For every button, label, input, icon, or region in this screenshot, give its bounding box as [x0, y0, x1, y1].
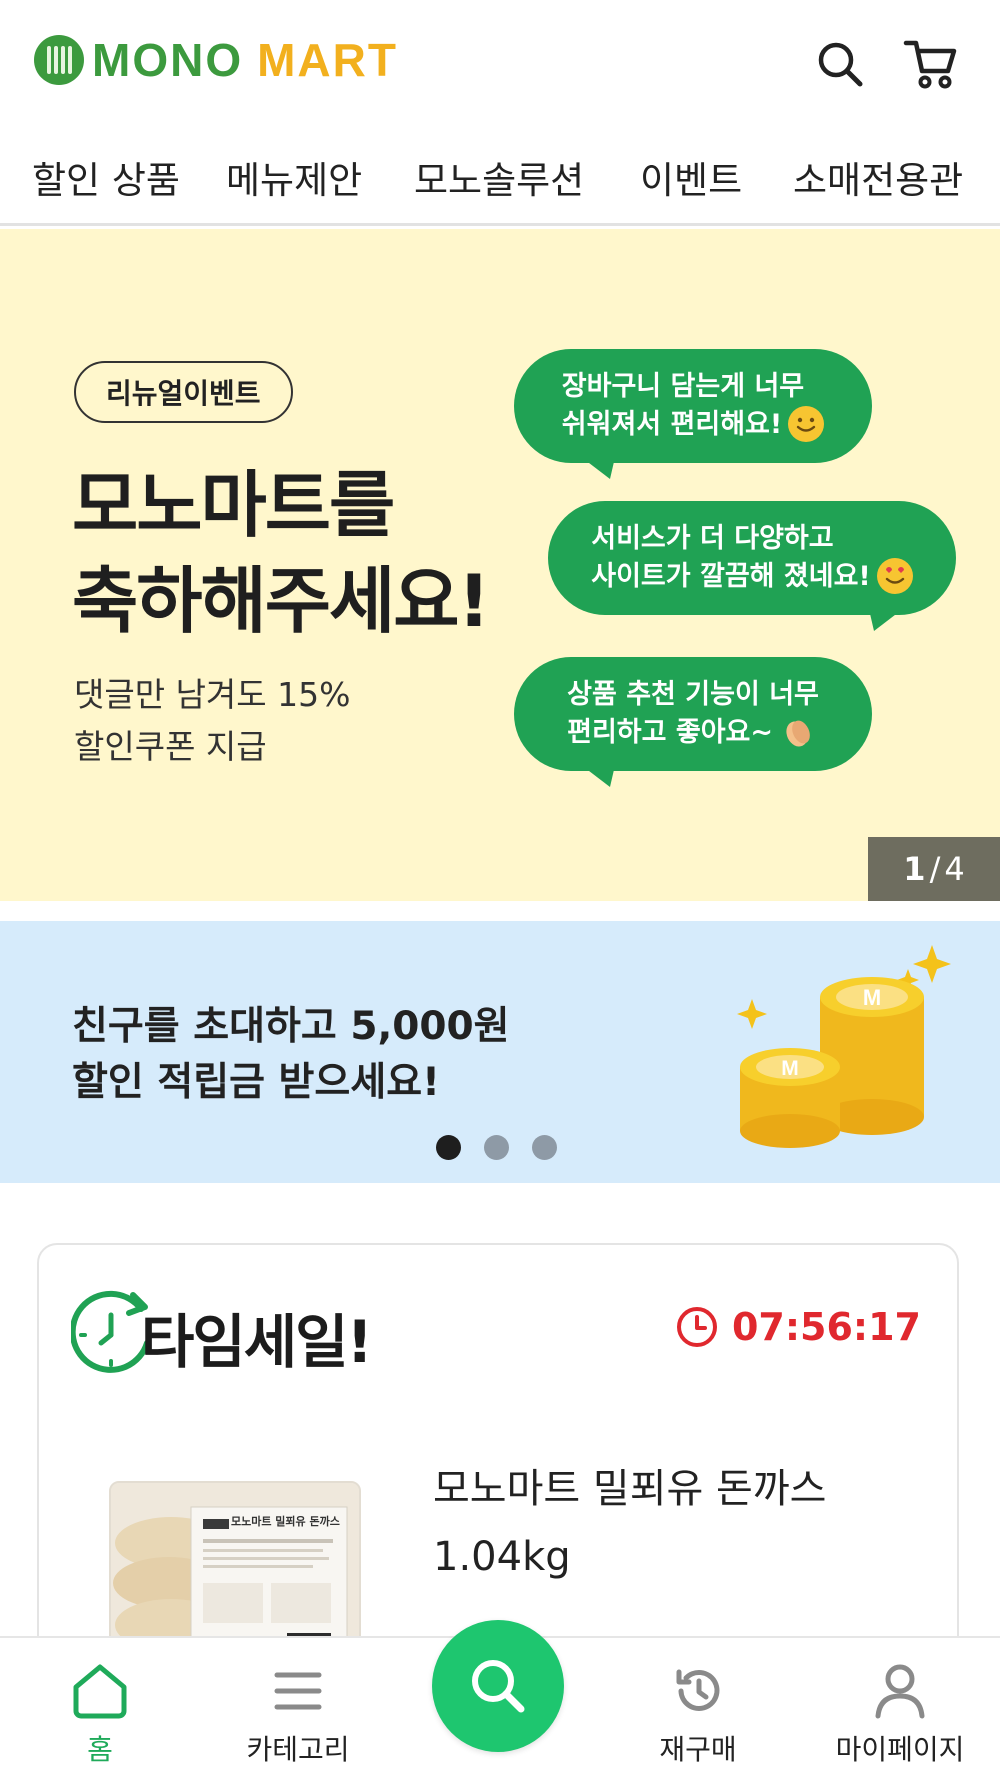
headline-line-1: 모노마트를: [72, 463, 395, 547]
menu-icon: [273, 1660, 323, 1722]
counter-total: 4: [944, 850, 965, 888]
logo-text-mart: MART: [257, 34, 398, 86]
search-icon[interactable]: [812, 36, 868, 92]
bubble-1-line-1: 장바구니 담는게 너무: [561, 371, 805, 402]
category-tabs: 할인 상품 메뉴제안 모노솔루션 이벤트 소매전용관: [0, 128, 1000, 226]
coin-stack-illustration: M M: [730, 935, 990, 1165]
carousel-dot-2[interactable]: [484, 1135, 509, 1160]
nav-reorder-label: 재구매: [659, 1733, 737, 1766]
counter-current: 1: [903, 850, 926, 888]
banner-headline: 모노마트를 축하해주세요!: [72, 457, 490, 649]
banner-subline: 댓글만 남겨도 15% 할인쿠폰 지급: [74, 669, 351, 773]
logo-text-mono: MONO: [92, 34, 244, 86]
invite-line-2: 할인 적립금 받으세요!: [72, 1060, 440, 1105]
search-fab-button[interactable]: [432, 1620, 564, 1752]
nav-mypage[interactable]: 마이페이지: [810, 1638, 990, 1778]
renewal-event-banner[interactable]: 리뉴얼이벤트 모노마트를 축하해주세요! 댓글만 남겨도 15% 할인쿠폰 지급…: [0, 229, 1000, 901]
user-icon: [874, 1660, 926, 1722]
home-icon: [71, 1660, 129, 1722]
time-sale-title: 타임세일!: [141, 1308, 373, 1376]
nav-reorder[interactable]: 재구매: [608, 1638, 788, 1778]
carousel-dot-3[interactable]: [532, 1135, 557, 1160]
tab-discount-products[interactable]: 할인 상품: [32, 150, 180, 204]
headline-line-2: 축하해주세요!: [72, 559, 490, 643]
review-bubble-1: 장바구니 담는게 너무 쉬워져서 편리해요!: [514, 349, 872, 479]
smile-emoji-icon: [788, 405, 825, 442]
subline-2: 할인쿠폰 지급: [74, 727, 267, 766]
nav-category-label: 카테고리: [246, 1733, 350, 1766]
app-header: MONO MART: [0, 0, 1000, 118]
carousel-dot-1[interactable]: [436, 1135, 461, 1160]
review-bubble-3: 상품 추천 기능이 너무 편리하고 좋아요~: [514, 657, 872, 787]
tab-events[interactable]: 이벤트: [640, 150, 742, 204]
product-name-line-1: 모노마트 밀푀유 돈까스: [433, 1466, 827, 1512]
subline-1: 댓글만 남겨도 15%: [74, 675, 351, 714]
clapping-hands-emoji-icon: [779, 714, 815, 750]
nav-mypage-label: 마이페이지: [835, 1733, 965, 1766]
tab-retail-only[interactable]: 소매전용관: [793, 150, 963, 204]
tab-mono-solution[interactable]: 모노솔루션: [414, 150, 584, 204]
mono-mart-logo[interactable]: MONO MART: [34, 34, 398, 86]
nav-home[interactable]: 홈: [10, 1638, 190, 1778]
counter-separator: /: [929, 850, 941, 888]
invite-line-1: 친구를 초대하고 5,000원: [72, 1004, 510, 1049]
invite-banner-text: 친구를 초대하고 5,000원 할인 적립금 받으세요!: [72, 999, 510, 1111]
bubble-2-line-2: 사이트가 깔끔해 졌네요!: [591, 561, 871, 592]
countdown-timer: 07:56:17: [676, 1305, 921, 1349]
product-package-label: 모노마트 밀푀유 돈까스: [231, 1515, 340, 1528]
bubble-2-line-1: 서비스가 더 다양하고: [591, 523, 834, 554]
tab-menu-suggestion[interactable]: 메뉴제안: [226, 150, 362, 204]
carousel-dots: [436, 1135, 557, 1160]
nav-category[interactable]: 카테고리: [208, 1638, 388, 1778]
svg-text:M: M: [781, 1057, 799, 1080]
svg-text:M: M: [863, 985, 881, 1010]
red-clock-icon: [676, 1306, 718, 1348]
review-bubble-2: 서비스가 더 다양하고 사이트가 깔끔해 졌네요!: [548, 501, 956, 631]
event-pill-badge: 리뉴얼이벤트: [74, 361, 293, 423]
search-fab-icon: [467, 1655, 529, 1717]
product-name[interactable]: 모노마트 밀푀유 돈까스 1.04kg: [433, 1455, 826, 1591]
product-weight: 1.04kg: [433, 1534, 571, 1580]
bubble-3-line-1: 상품 추천 기능이 너무: [567, 679, 819, 710]
logo-cutlery-icon: [34, 35, 84, 85]
cart-icon[interactable]: [902, 36, 958, 92]
bubble-1-line-2: 쉬워져서 편리해요!: [561, 409, 783, 440]
history-icon: [671, 1660, 725, 1722]
timer-value: 07:56:17: [731, 1305, 921, 1349]
invite-friend-banner[interactable]: 친구를 초대하고 5,000원 할인 적립금 받으세요! M M: [0, 921, 1000, 1183]
slide-counter: 1 / 4: [868, 837, 1000, 901]
nav-home-label: 홈: [87, 1733, 113, 1766]
heart-eyes-emoji-icon: [876, 557, 913, 594]
bubble-3-line-2: 편리하고 좋아요~: [567, 717, 774, 748]
